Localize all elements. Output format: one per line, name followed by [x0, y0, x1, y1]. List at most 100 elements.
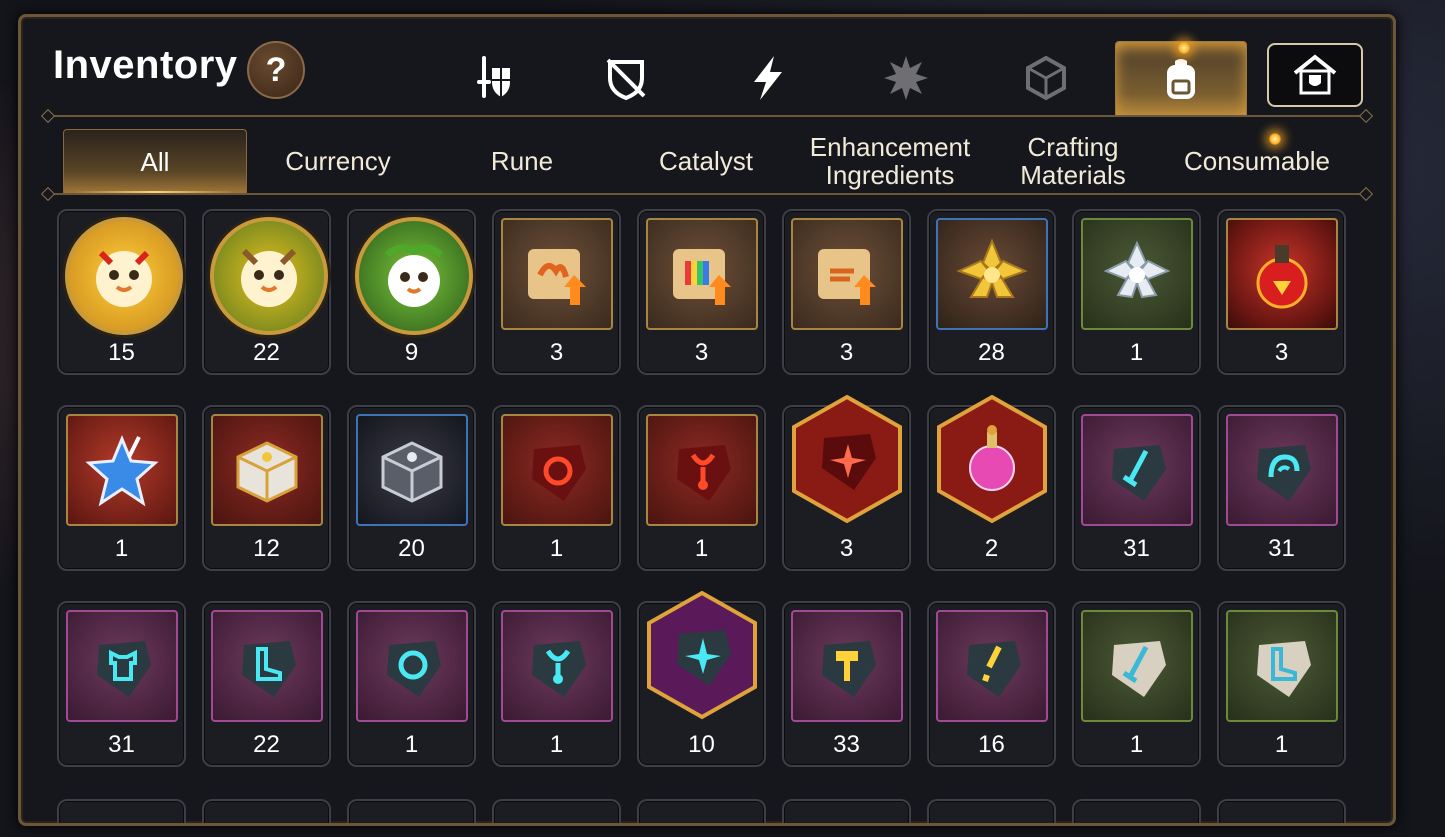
leaf-mascot-icon	[355, 217, 473, 335]
item-slot[interactable]: 1	[492, 405, 621, 571]
item-quantity: 2	[984, 535, 999, 562]
red-potion-icon	[1226, 218, 1338, 330]
tab-consumable[interactable]: Consumable	[1167, 129, 1347, 193]
tab-backpack[interactable]	[1115, 41, 1247, 116]
item-slot[interactable]: 22	[202, 209, 331, 375]
item-slot[interactable]: 28	[927, 209, 1056, 375]
item-slot[interactable]: 22	[202, 601, 331, 767]
cube-icon	[1026, 55, 1066, 101]
tab-energy[interactable]	[703, 45, 833, 111]
item-slot[interactable]: 15	[57, 209, 186, 375]
item-slot[interactable]: 9	[347, 209, 476, 375]
category-tabs	[21, 17, 1393, 117]
item-slot[interactable]: 3	[637, 209, 766, 375]
item-slot[interactable]: 1	[492, 601, 621, 767]
item-quantity: 3	[839, 339, 854, 366]
gold-hammer-rune-icon	[791, 610, 903, 722]
item-slot[interactable]: 1	[1217, 601, 1346, 767]
tab-catalyst[interactable]: Catalyst	[615, 129, 797, 193]
green-mascot-icon	[210, 217, 328, 335]
tab-rune[interactable]: Rune	[431, 129, 613, 193]
red-ring-rune-icon	[501, 414, 613, 526]
item-slot[interactable]: 3	[492, 209, 621, 375]
item-slot[interactable]: 1	[347, 601, 476, 767]
item-slot[interactable]: 31	[1072, 405, 1201, 571]
red-star-rune-icon	[788, 393, 906, 525]
item-quantity: 1	[1129, 731, 1144, 758]
item-quantity: 1	[549, 731, 564, 758]
item-slot[interactable]	[492, 799, 621, 823]
item-slot[interactable]: 2	[927, 394, 1056, 571]
notification-dot	[1269, 133, 1281, 145]
sword-shield-icon	[477, 56, 510, 98]
cyan-armor-rune-icon	[66, 610, 178, 722]
item-slot[interactable]: 3	[1217, 209, 1346, 375]
tab-all[interactable]: All	[63, 129, 247, 194]
gold-chest-icon	[211, 414, 323, 526]
blue-star-icon	[66, 414, 178, 526]
item-slot[interactable]: 12	[202, 405, 331, 571]
item-quantity: 22	[253, 339, 280, 366]
tab-enhancement-ingredients[interactable]: Enhancement Ingredients	[799, 129, 981, 193]
gold-flower-icon	[936, 218, 1048, 330]
yellow-mascot-icon	[65, 217, 183, 335]
item-quantity: 1	[1129, 339, 1144, 366]
item-slot[interactable]: 16	[927, 601, 1056, 767]
item-quantity: 1	[1274, 731, 1289, 758]
item-quantity: 12	[253, 535, 280, 562]
tab-broken-gear[interactable]	[561, 45, 691, 111]
item-slot[interactable]: 3	[782, 394, 911, 571]
item-slot[interactable]	[1072, 799, 1201, 823]
fire-scroll-icon	[501, 218, 613, 330]
storage-house-icon	[1293, 54, 1337, 95]
backpack-icon	[1167, 59, 1195, 99]
gold-scroll-icon	[791, 218, 903, 330]
notification-dot	[1178, 42, 1190, 54]
stone-boots-rune-icon	[1226, 610, 1338, 722]
item-slot[interactable]	[1217, 799, 1346, 823]
tab-special[interactable]	[841, 45, 971, 111]
item-slot[interactable]: 3	[782, 209, 911, 375]
item-slot[interactable]: 1	[637, 405, 766, 571]
item-quantity: 10	[688, 731, 715, 758]
item-slot[interactable]	[57, 799, 186, 823]
silver-flower-icon	[1081, 218, 1193, 330]
tab-storage[interactable]	[1267, 43, 1363, 107]
item-slot[interactable]	[347, 799, 476, 823]
item-slot[interactable]: 31	[57, 601, 186, 767]
tab-crafting-materials[interactable]: Crafting Materials	[983, 129, 1163, 193]
item-slot[interactable]: 31	[1217, 405, 1346, 571]
item-quantity: 20	[398, 535, 425, 562]
item-quantity: 1	[694, 535, 709, 562]
item-quantity: 31	[1268, 535, 1295, 562]
item-slot[interactable]: 20	[347, 405, 476, 571]
silver-chest-icon	[356, 414, 468, 526]
divider	[49, 193, 1365, 195]
item-quantity: 22	[253, 731, 280, 758]
item-quantity: 1	[549, 535, 564, 562]
frame-corner	[21, 801, 43, 823]
item-quantity: 31	[108, 731, 135, 758]
item-quantity: 1	[404, 731, 419, 758]
item-slot[interactable]: 1	[1072, 601, 1201, 767]
item-slot[interactable]	[637, 799, 766, 823]
item-quantity: 3	[694, 339, 709, 366]
item-quantity: 1	[114, 535, 129, 562]
item-slot[interactable]: 10	[637, 590, 766, 767]
item-slot[interactable]: 1	[1072, 209, 1201, 375]
item-slot[interactable]: 33	[782, 601, 911, 767]
item-slot[interactable]: 1	[57, 405, 186, 571]
tab-cube[interactable]	[981, 45, 1111, 111]
item-slot[interactable]	[782, 799, 911, 823]
item-quantity: 3	[549, 339, 564, 366]
frame-corner	[1371, 801, 1393, 823]
lightning-icon	[754, 56, 782, 100]
red-necklace-rune-icon	[646, 414, 758, 526]
spiked-burst-icon	[884, 56, 928, 100]
tab-equipment[interactable]	[429, 45, 559, 111]
tab-currency[interactable]: Currency	[247, 129, 429, 193]
item-slot[interactable]	[927, 799, 1056, 823]
item-quantity: 15	[108, 339, 135, 366]
divider	[49, 115, 1365, 117]
item-slot[interactable]	[202, 799, 331, 823]
